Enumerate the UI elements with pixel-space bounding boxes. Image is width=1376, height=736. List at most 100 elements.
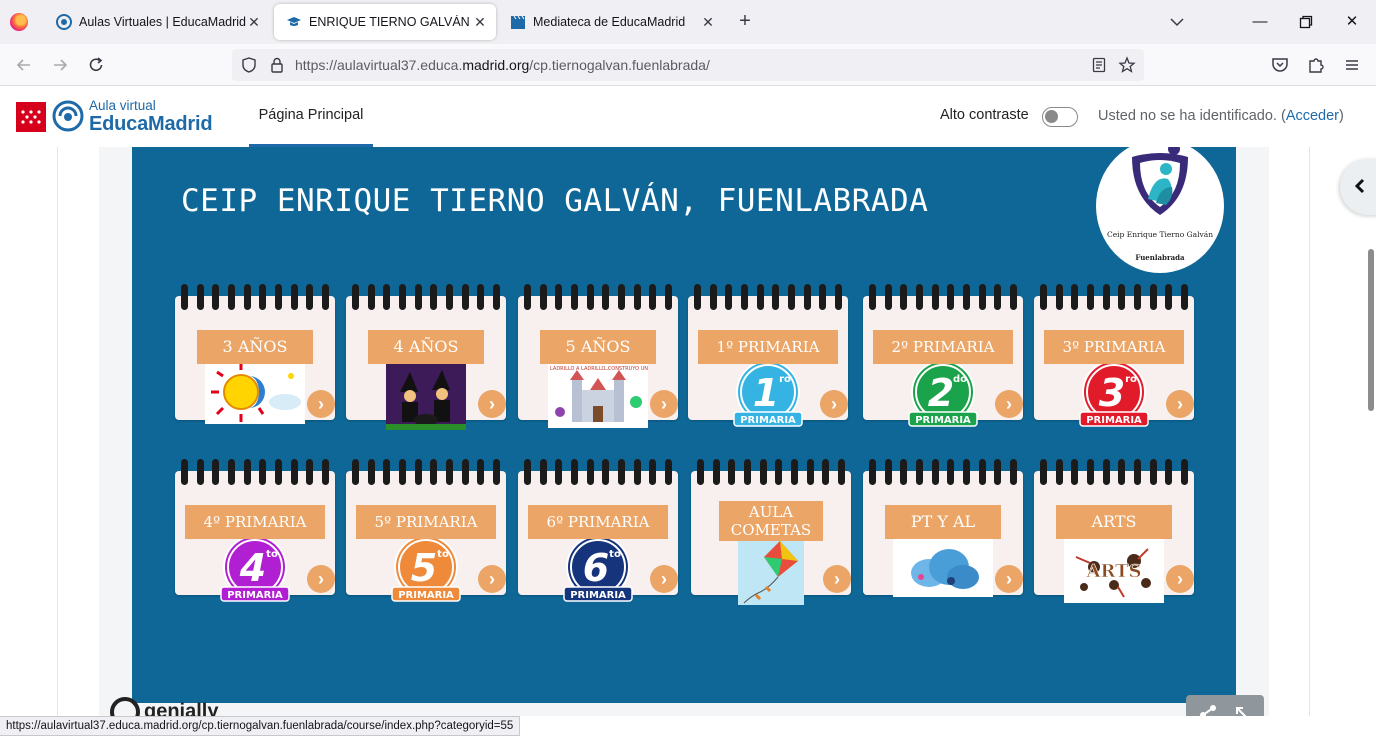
genially-embed[interactable]: CEIP ENRIQUE TIERNO GALVÁN, FUENLABRADA … — [132, 147, 1236, 703]
layout-divider — [1309, 147, 1310, 716]
reload-icon[interactable] — [86, 55, 106, 75]
restore-window-icon[interactable] — [1296, 12, 1316, 32]
address-bar[interactable]: https://aulavirtual37.educa.madrid.org/c… — [232, 49, 1144, 81]
notebook-ring — [931, 284, 939, 310]
card-label: 1º PRIMARIA — [698, 330, 838, 364]
educamadrid-logo-icon[interactable] — [52, 100, 84, 132]
url-text[interactable]: https://aulavirtual37.educa.madrid.org/c… — [295, 57, 710, 73]
page-scrollbar[interactable] — [1368, 249, 1374, 411]
notebook-ring — [414, 284, 422, 310]
grade-badge-text: PRIMARIA — [398, 590, 454, 601]
share-icon[interactable] — [1200, 705, 1216, 716]
notebook-ring — [947, 459, 955, 485]
shield-icon[interactable] — [240, 56, 258, 74]
notebook-ring — [570, 284, 578, 310]
notebook-ring — [664, 459, 672, 485]
notebook-rings — [352, 284, 500, 310]
close-tab-icon[interactable]: ✕ — [472, 14, 488, 30]
chevron-right-icon[interactable]: › — [995, 565, 1023, 593]
chevron-right-icon[interactable]: › — [307, 390, 335, 418]
logo-line-1[interactable]: Aula virtual — [89, 98, 156, 113]
course-card[interactable]: AULA COMETAS › — [691, 459, 851, 605]
login-link[interactable]: Acceder — [1286, 108, 1339, 124]
course-card[interactable]: 6 to PRIMARIA 6º PRIMARIA › — [518, 459, 678, 602]
genially-brand[interactable]: genially — [110, 697, 218, 716]
card-label: 4 AÑOS — [368, 330, 484, 364]
chevron-right-icon[interactable]: › — [1166, 390, 1194, 418]
chevron-right-icon[interactable]: › — [650, 565, 678, 593]
tab-enrique-tierno-galvan[interactable]: ENRIQUE TIERNO GALVÁN ✕ — [274, 4, 496, 40]
notebook-ring — [900, 459, 908, 485]
course-card[interactable]: PT Y AL › — [863, 459, 1023, 597]
chevron-right-icon[interactable]: › — [1166, 565, 1194, 593]
drawer-toggle-button[interactable] — [1340, 159, 1376, 215]
high-contrast-toggle[interactable] — [1042, 107, 1078, 127]
notebook-rings — [869, 284, 1017, 310]
castle-caption-left: LADRILLO A LADRILLO... — [550, 366, 610, 372]
notebook-ring — [1086, 459, 1094, 485]
new-tab-plus-icon[interactable]: + — [734, 11, 756, 33]
chevron-right-icon[interactable]: › — [995, 390, 1023, 418]
course-card[interactable]: 3 AÑOS › — [175, 284, 335, 424]
firefox-logo-icon[interactable] — [10, 13, 28, 31]
lock-icon[interactable] — [268, 56, 286, 74]
card-label: ARTS — [1056, 505, 1172, 539]
notebook-ring — [367, 459, 375, 485]
close-tab-icon[interactable]: ✕ — [700, 14, 716, 30]
reader-view-icon[interactable] — [1090, 56, 1108, 74]
nav-pagina-principal[interactable]: Página Principal — [249, 86, 373, 147]
course-card[interactable]: 1 ro PRIMARIA 1º PRIMARIA › — [688, 284, 848, 427]
tab-list-chevron-icon[interactable] — [1168, 13, 1186, 31]
notebook-ring — [306, 284, 314, 310]
badge-city: Fuenlabrada — [1135, 253, 1185, 262]
forward-arrow-icon[interactable] — [50, 55, 70, 75]
logo-line-2[interactable]: EducaMadrid — [89, 113, 213, 136]
notebook-rings — [524, 459, 672, 485]
chevron-right-icon[interactable]: › — [478, 565, 506, 593]
high-contrast-label: Alto contraste — [940, 107, 1029, 123]
close-tab-icon[interactable]: ✕ — [246, 14, 262, 30]
course-card[interactable]: 4 AÑOS › — [346, 284, 506, 430]
chevron-right-icon[interactable]: › — [650, 390, 678, 418]
course-card[interactable]: ARTS ARTS › — [1034, 459, 1194, 603]
notebook-ring — [461, 284, 469, 310]
login-info: Usted no se ha identificado. (Acceder) — [1098, 108, 1344, 124]
tab-mediateca[interactable]: Mediateca de EducaMadrid ✕ — [498, 4, 724, 40]
notebook-ring — [725, 284, 733, 310]
notebook-ring — [931, 459, 939, 485]
notebook-ring — [790, 459, 798, 485]
chevron-right-icon[interactable]: › — [820, 390, 848, 418]
school-logo-badge: Ceip Enrique Tierno Galván Fuenlabrada — [1096, 147, 1224, 273]
course-card[interactable]: 3 ro PRIMARIA 3º PRIMARIA › — [1034, 284, 1194, 427]
extensions-puzzle-icon[interactable] — [1306, 55, 1326, 75]
course-card[interactable]: 2 do PRIMARIA 2º PRIMARIA › — [863, 284, 1023, 427]
fullscreen-icon[interactable] — [1236, 707, 1252, 716]
hamburger-menu-icon[interactable] — [1342, 55, 1362, 75]
tab-aulas-virtuales[interactable]: Aulas Virtuales | EducaMadrid ✕ — [44, 4, 270, 40]
pocket-icon[interactable] — [1270, 55, 1290, 75]
notebook-ring — [586, 459, 594, 485]
chevron-right-icon[interactable]: › — [478, 390, 506, 418]
chevron-right-icon[interactable]: › — [307, 565, 335, 593]
cloud-image — [893, 537, 993, 597]
grade-number: 6 — [583, 546, 609, 590]
notebook-ring — [1055, 459, 1063, 485]
chevron-right-icon[interactable]: › — [823, 565, 851, 593]
comunidad-madrid-flag-icon[interactable] — [16, 102, 46, 132]
course-card[interactable]: 4 to PRIMARIA 4º PRIMARIA › — [175, 459, 335, 602]
notebook-ring — [694, 284, 701, 310]
toggle-knob — [1045, 110, 1058, 123]
close-window-icon[interactable]: ✕ — [1342, 12, 1362, 32]
notebook-ring — [227, 284, 235, 310]
notebook-ring — [1165, 459, 1173, 485]
notebook-rings — [694, 284, 842, 310]
minimize-window-icon[interactable]: — — [1250, 12, 1270, 32]
notebook-ring — [1055, 284, 1063, 310]
grade-badge-text: PRIMARIA — [740, 415, 796, 426]
back-arrow-icon[interactable] — [14, 55, 34, 75]
course-card[interactable]: LADRILLO A LADRILLO......CONSTRUYO UN CA… — [518, 284, 678, 428]
genially-controls — [1186, 695, 1264, 716]
bookmark-star-icon[interactable] — [1118, 56, 1136, 74]
site-header: Aula virtual EducaMadrid Página Principa… — [0, 86, 1376, 147]
course-card[interactable]: 5 to PRIMARIA 5º PRIMARIA › — [346, 459, 506, 602]
